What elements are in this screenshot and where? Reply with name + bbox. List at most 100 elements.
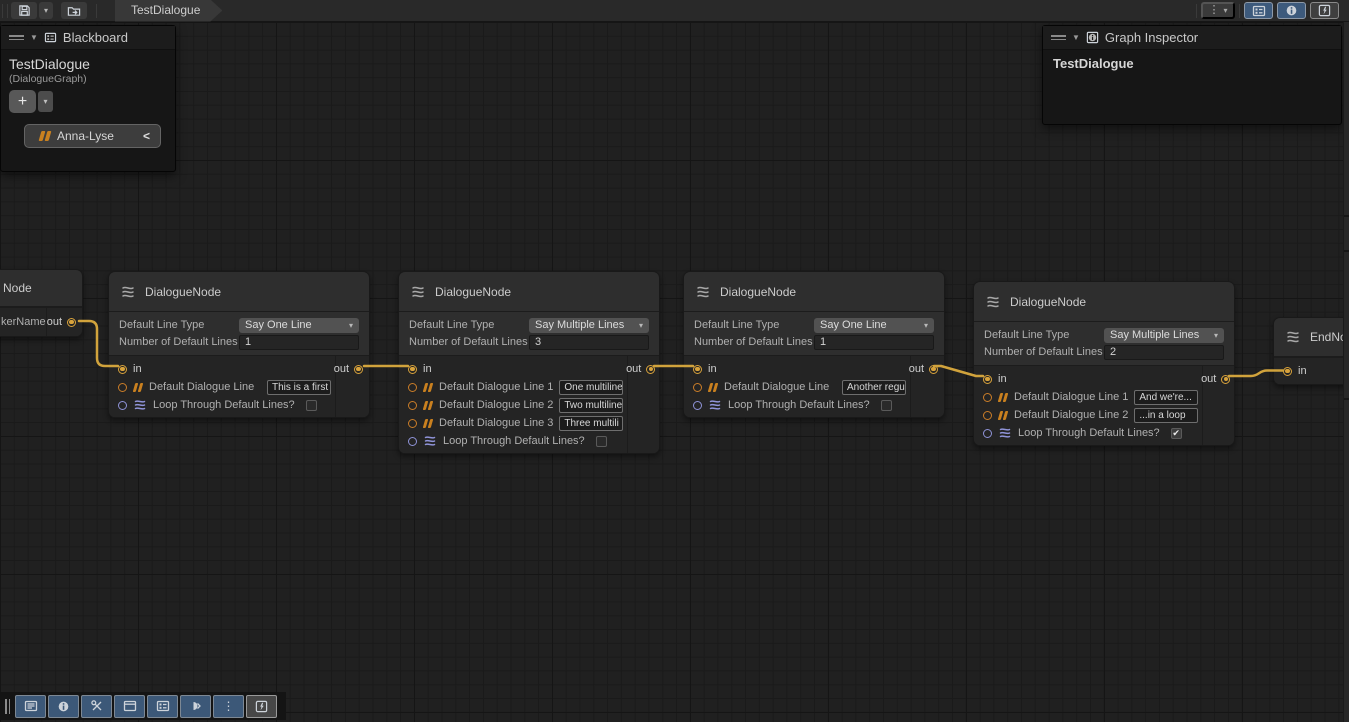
in-port[interactable]	[693, 365, 702, 374]
node-title: DialogueNode	[1010, 295, 1086, 309]
preview-button[interactable]	[246, 695, 277, 718]
dialogue-line-field[interactable]: ...in a loop	[1134, 408, 1198, 423]
loop-checkbox[interactable]	[596, 436, 607, 447]
blackboard-panel[interactable]: ▼ Blackboard TestDialogue (DialogueGraph…	[0, 25, 176, 172]
dialogue-icon	[695, 285, 711, 299]
dialogue-line-field[interactable]: Two multiline	[559, 398, 623, 413]
dialogue-line-port[interactable]	[983, 411, 992, 420]
drag-handle-icon[interactable]	[1051, 35, 1066, 40]
line-type-dropdown[interactable]: Say One Line ▾	[814, 318, 934, 333]
num-lines-field[interactable]: 2	[1104, 345, 1224, 360]
in-port[interactable]	[408, 365, 417, 374]
chevron-down-icon: ▾	[924, 318, 928, 333]
dialogue-line-port[interactable]	[118, 383, 127, 392]
dialogue-node-2[interactable]: DialogueNode Default Line Type Say Multi…	[398, 271, 660, 454]
tools-button[interactable]	[81, 695, 112, 718]
out-port[interactable]	[1221, 375, 1230, 384]
field-value: Three multili	[564, 418, 618, 429]
drag-handle-icon[interactable]	[5, 699, 10, 714]
dialogue-line-port[interactable]	[408, 401, 417, 410]
graph-inspector-panel[interactable]: ▼ Graph Inspector TestDialogue	[1042, 25, 1342, 125]
blackboard-header[interactable]: ▼ Blackboard	[1, 26, 175, 50]
num-lines-field[interactable]: 1	[239, 335, 359, 350]
node-title-bar[interactable]: Node	[0, 270, 82, 307]
save-options-button[interactable]: ▾	[39, 2, 53, 19]
bottom-toolbar: ⋮	[0, 692, 286, 720]
inspector-toggle-button[interactable]	[1277, 2, 1306, 19]
collapse-arrow-icon[interactable]: ▼	[1072, 33, 1080, 42]
end-node[interactable]: EndNode in	[1273, 317, 1349, 385]
preview-toggle-button[interactable]	[1310, 2, 1339, 19]
node-title-bar[interactable]: DialogueNode	[974, 282, 1234, 322]
start-node[interactable]: Node kerName out	[0, 269, 83, 337]
loop-checkbox[interactable]	[881, 400, 892, 411]
overflow-menu-button[interactable]: ⋮	[213, 695, 244, 718]
graph-canvas[interactable]: Node kerName out DialogueNode Default Li…	[0, 22, 1349, 722]
dialogue-node-1[interactable]: DialogueNode Default Line Type Say One L…	[108, 271, 370, 418]
graph-inspector-header[interactable]: ▼ Graph Inspector	[1043, 26, 1341, 50]
graph-tab[interactable]: TestDialogue	[115, 0, 222, 22]
blackboard-button[interactable]	[147, 695, 178, 718]
loop-port[interactable]	[118, 401, 127, 410]
save-button[interactable]	[11, 2, 37, 19]
inspector-info-icon	[57, 700, 70, 713]
dialogue-line-port[interactable]	[693, 383, 702, 392]
expand-variable-icon[interactable]: <	[143, 129, 150, 143]
dialogue-node-4[interactable]: DialogueNode Default Line Type Say Multi…	[973, 281, 1235, 446]
node-title-bar[interactable]: DialogueNode	[399, 272, 659, 312]
dialogue-line-field[interactable]: This is a first	[267, 380, 331, 395]
dialogue-line-field[interactable]: One multiline	[559, 380, 623, 395]
window-icon	[123, 700, 137, 712]
node-title-bar[interactable]: DialogueNode	[684, 272, 944, 312]
toolbar-separator	[96, 4, 97, 18]
add-variable-button[interactable]: +	[9, 90, 36, 113]
dialogue-line-port[interactable]	[408, 419, 417, 428]
blackboard-toggle-button[interactable]	[1244, 2, 1273, 19]
out-port[interactable]	[646, 365, 655, 374]
toolbar-separator	[2, 4, 3, 18]
line-type-dropdown[interactable]: Say Multiple Lines ▾	[1104, 328, 1224, 343]
add-variable-options-button[interactable]: ▾	[38, 91, 53, 112]
inspector-toggle-icon	[1285, 4, 1298, 17]
dialogue-node-3[interactable]: DialogueNode Default Line Type Say One L…	[683, 271, 945, 418]
console-button[interactable]	[15, 695, 46, 718]
dialogue-line-port[interactable]	[408, 383, 417, 392]
loop-port[interactable]	[408, 437, 417, 446]
inspector-button[interactable]	[48, 695, 79, 718]
node-title-bar[interactable]: DialogueNode	[109, 272, 369, 312]
loop-port[interactable]	[983, 429, 992, 438]
out-port[interactable]	[354, 365, 363, 374]
minimap-button[interactable]	[180, 695, 211, 718]
out-port[interactable]	[929, 365, 938, 374]
right-edge-scrollbar[interactable]	[1343, 22, 1349, 722]
dialogue-line-field[interactable]: And we're...	[1134, 390, 1198, 405]
inspector-icon	[1086, 31, 1099, 44]
prop-label: Number of Default Lines	[119, 336, 239, 348]
variable-anna-lyse[interactable]: Anna-Lyse <	[24, 124, 161, 148]
dialogue-line-field[interactable]: Another regu	[842, 380, 906, 395]
in-port[interactable]	[118, 365, 127, 374]
window-button[interactable]	[114, 695, 145, 718]
in-port[interactable]	[983, 375, 992, 384]
blackboard-graph-type: (DialogueGraph)	[9, 73, 87, 85]
node-title-bar[interactable]: EndNode	[1274, 318, 1349, 357]
loop-checkbox[interactable]	[306, 400, 317, 411]
drag-handle-icon[interactable]	[9, 35, 24, 40]
collapse-arrow-icon[interactable]: ▼	[30, 33, 38, 42]
line-type-dropdown[interactable]: Say One Line ▾	[239, 318, 359, 333]
quotes-icon	[40, 131, 49, 141]
loop-checkbox[interactable]: ✔	[1171, 428, 1182, 439]
quotes-icon	[424, 419, 432, 428]
dialogue-line-port[interactable]	[983, 393, 992, 402]
num-lines-field[interactable]: 3	[529, 335, 649, 350]
overflow-menu-button[interactable]: ⋮ ▾	[1201, 2, 1235, 19]
console-icon	[24, 700, 38, 712]
out-port-label: out	[626, 363, 641, 375]
in-port[interactable]	[1283, 367, 1292, 376]
num-lines-field[interactable]: 1	[814, 335, 934, 350]
open-asset-button[interactable]	[61, 2, 87, 19]
line-type-dropdown[interactable]: Say Multiple Lines ▾	[529, 318, 649, 333]
out-port[interactable]	[67, 318, 76, 327]
dialogue-line-field[interactable]: Three multili	[559, 416, 623, 431]
loop-port[interactable]	[693, 401, 702, 410]
